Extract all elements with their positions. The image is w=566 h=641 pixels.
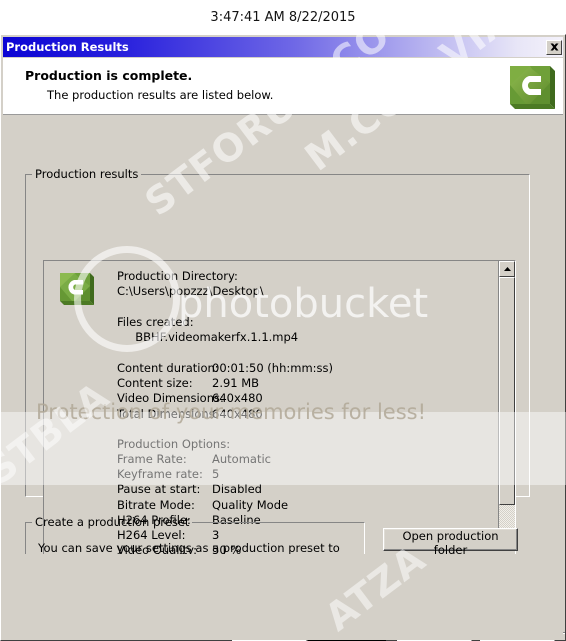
create-preset-group-label: Create a production preset [35, 515, 190, 529]
option-row: Frame Rate: Automatic [117, 452, 271, 467]
option-row: Bitrate Mode: Quality Mode [117, 498, 288, 513]
timestamp-text: 3:47:41 AM 8/22/2015 [210, 9, 356, 25]
camtasia-logo-icon [60, 273, 94, 305]
production-results-group-label: Production results [35, 167, 139, 181]
files-created-block: Files created: BBHF.videomakerfx.1.1.mp4 [117, 315, 298, 346]
summary-row: Content duration:00:01:50 (hh:mm:ss) [117, 361, 333, 376]
summary-key: Video Dimensions: [117, 391, 224, 405]
summary-row: Video Dimensions:640x480 [117, 391, 263, 406]
production-options-label: Production Options: [117, 437, 231, 451]
window-title: Production Results [6, 40, 129, 54]
production-directory-value: C:\Users\popzzz\Desktop\ [117, 284, 264, 299]
option-value: Quality Mode [212, 498, 289, 512]
option-value: 5 [212, 467, 220, 481]
close-button[interactable] [546, 39, 562, 55]
summary-row: Total Dimensions:640x480 [117, 407, 263, 422]
scroll-up-button[interactable] [499, 261, 515, 277]
option-key: Pause at start: [117, 482, 201, 496]
option-row: Pause at start: Disabled [117, 482, 262, 497]
summary-key: Content size: [117, 376, 193, 390]
option-key: Frame Rate: [117, 452, 187, 466]
summary-value: 640x480 [212, 391, 263, 405]
production-results-dialog: Production Results Production is complet… [0, 34, 566, 641]
summary-key: Content duration: [117, 361, 219, 375]
files-created-value: BBHF.videomakerfx.1.1.mp4 [135, 330, 299, 345]
summary-value: 00:01:50 (hh:mm:ss) [212, 361, 333, 375]
summary-value: 2.91 MB [212, 376, 260, 390]
vertical-scrollbar[interactable] [498, 261, 515, 544]
dialog-footer: < Back Finish Cancel Help [3, 554, 563, 641]
summary-value: 640x480 [212, 407, 263, 421]
files-created-label: Files created: [117, 315, 194, 329]
production-directory-block: Production Directory: C:\Users\popzzz\De… [117, 269, 264, 300]
scroll-up-arrow-icon [503, 267, 511, 271]
option-key: Bitrate Mode: [117, 498, 195, 512]
header-subtitle: The production results are listed below. [47, 88, 274, 102]
camtasia-logo-icon [510, 66, 555, 109]
dialog-header: Production is complete. The production r… [3, 58, 563, 115]
timestamp-bar: 3:47:41 AM 8/22/2015 [0, 0, 566, 34]
title-bar: Production Results [3, 37, 563, 57]
open-production-folder-button[interactable]: Open production folder [383, 528, 518, 557]
header-title: Production is complete. [25, 68, 193, 83]
summary-row: Content size: 2.91 MB [117, 376, 259, 391]
vertical-scroll-thumb[interactable] [499, 277, 515, 505]
summary-key: Total Dimensions: [117, 407, 219, 421]
production-directory-label: Production Directory: [117, 269, 238, 283]
close-icon [550, 43, 558, 51]
option-row: Keyframe rate: 5 [117, 467, 219, 482]
option-value: Disabled [212, 482, 262, 496]
option-value: Automatic [212, 452, 271, 466]
option-key: Keyframe rate: [117, 467, 203, 481]
